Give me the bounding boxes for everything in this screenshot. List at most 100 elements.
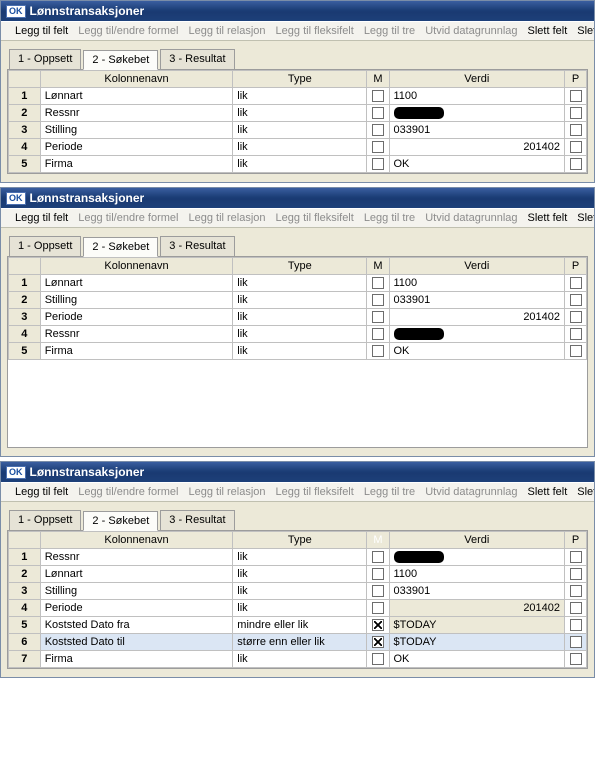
checkbox-m[interactable] xyxy=(372,636,384,648)
cell-p[interactable] xyxy=(565,156,587,173)
cell-kolonnenavn[interactable]: Lønnart xyxy=(40,566,233,583)
cell-m[interactable] xyxy=(367,292,389,309)
title-bar[interactable]: OK Lønnstransaksjoner xyxy=(1,1,594,21)
cell-kolonnenavn[interactable]: Firma xyxy=(40,343,233,360)
link-legg-til-felt[interactable]: Legg til felt xyxy=(15,25,68,37)
cell-verdi[interactable]: $TODAY xyxy=(389,634,565,651)
row-number[interactable]: 1 xyxy=(9,88,41,105)
link-slett-felt[interactable]: Slett felt xyxy=(528,486,568,498)
cell-verdi[interactable] xyxy=(389,105,565,122)
column-header[interactable]: Verdi xyxy=(389,532,565,549)
row-number[interactable]: 7 xyxy=(9,651,41,668)
cell-verdi[interactable]: 201402 xyxy=(389,600,565,617)
cell-p[interactable] xyxy=(565,88,587,105)
row-number[interactable]: 5 xyxy=(9,617,41,634)
table-row[interactable]: 2Lønnartlik1100 xyxy=(9,566,587,583)
cell-kolonnenavn[interactable]: Firma xyxy=(40,651,233,668)
cell-m[interactable] xyxy=(367,309,389,326)
column-header[interactable]: Type xyxy=(233,532,367,549)
cell-p[interactable] xyxy=(565,105,587,122)
cell-type[interactable]: lik xyxy=(233,139,367,156)
cell-verdi[interactable]: OK xyxy=(389,156,565,173)
cell-type[interactable]: lik xyxy=(233,326,367,343)
column-header[interactable]: P xyxy=(565,532,587,549)
cell-kolonnenavn[interactable]: Ressnr xyxy=(40,549,233,566)
cell-p[interactable] xyxy=(565,309,587,326)
cell-type[interactable]: lik xyxy=(233,122,367,139)
column-header[interactable]: P xyxy=(565,71,587,88)
row-number[interactable]: 3 xyxy=(9,309,41,326)
cell-type[interactable]: lik xyxy=(233,105,367,122)
cell-kolonnenavn[interactable]: Ressnr xyxy=(40,326,233,343)
checkbox-m[interactable] xyxy=(372,311,384,323)
cell-p[interactable] xyxy=(565,617,587,634)
link-legg-til-relasjon[interactable]: Legg til relasjon xyxy=(188,25,265,37)
checkbox-m[interactable] xyxy=(372,568,384,580)
table-row[interactable]: 2Stillinglik033901 xyxy=(9,292,587,309)
checkbox-p[interactable] xyxy=(570,311,582,323)
cell-p[interactable] xyxy=(565,139,587,156)
cell-m[interactable] xyxy=(367,105,389,122)
cell-p[interactable] xyxy=(565,326,587,343)
row-number[interactable]: 2 xyxy=(9,105,41,122)
column-header[interactable]: Kolonnenavn xyxy=(40,258,233,275)
checkbox-p[interactable] xyxy=(570,636,582,648)
checkbox-m[interactable] xyxy=(372,345,384,357)
column-header[interactable] xyxy=(9,258,41,275)
tab-resultat[interactable]: 3 - Resultat xyxy=(160,236,234,256)
row-number[interactable]: 6 xyxy=(9,634,41,651)
link-slett-felt[interactable]: Slett felt xyxy=(528,25,568,37)
link-legg-til-relasjon[interactable]: Legg til relasjon xyxy=(188,212,265,224)
checkbox-m[interactable] xyxy=(372,619,384,631)
checkbox-p[interactable] xyxy=(570,124,582,136)
column-header[interactable]: Kolonnenavn xyxy=(40,71,233,88)
link-utvid-datagrunnlag[interactable]: Utvid datagrunnlag xyxy=(425,486,517,498)
cell-p[interactable] xyxy=(565,122,587,139)
table-row[interactable]: 1Ressnrlik xyxy=(9,549,587,566)
table-row[interactable]: 1Lønnartlik1100 xyxy=(9,275,587,292)
checkbox-m[interactable] xyxy=(372,294,384,306)
checkbox-m[interactable] xyxy=(372,158,384,170)
row-number[interactable]: 1 xyxy=(9,275,41,292)
column-header[interactable]: M xyxy=(367,532,389,549)
cell-kolonnenavn[interactable]: Stilling xyxy=(40,292,233,309)
tab-sokebet[interactable]: 2 - Søkebet xyxy=(83,50,158,70)
checkbox-m[interactable] xyxy=(372,551,384,563)
checkbox-m[interactable] xyxy=(372,277,384,289)
cell-kolonnenavn[interactable]: Periode xyxy=(40,600,233,617)
link-legg-til-fleksifelt[interactable]: Legg til fleksifelt xyxy=(276,486,354,498)
checkbox-p[interactable] xyxy=(570,277,582,289)
cell-type[interactable]: lik xyxy=(233,343,367,360)
table-row[interactable]: 7FirmalikOK xyxy=(9,651,587,668)
cell-kolonnenavn[interactable]: Koststed Dato til xyxy=(40,634,233,651)
link-slett-al[interactable]: Slett al xyxy=(577,212,594,224)
column-header[interactable]: Verdi xyxy=(389,71,565,88)
link-slett-al[interactable]: Slett al xyxy=(577,486,594,498)
cell-p[interactable] xyxy=(565,292,587,309)
tab-sokebet[interactable]: 2 - Søkebet xyxy=(83,511,158,531)
tab-sokebet[interactable]: 2 - Søkebet xyxy=(83,237,158,257)
cell-verdi[interactable] xyxy=(389,326,565,343)
cell-type[interactable]: lik xyxy=(233,549,367,566)
checkbox-p[interactable] xyxy=(570,619,582,631)
cell-kolonnenavn[interactable]: Lønnart xyxy=(40,88,233,105)
cell-p[interactable] xyxy=(565,549,587,566)
column-header[interactable] xyxy=(9,71,41,88)
cell-m[interactable] xyxy=(367,617,389,634)
cell-kolonnenavn[interactable]: Firma xyxy=(40,156,233,173)
cell-kolonnenavn[interactable]: Stilling xyxy=(40,583,233,600)
table-row[interactable]: 5FirmalikOK xyxy=(9,156,587,173)
table-row[interactable]: 3Periodelik201402 xyxy=(9,309,587,326)
checkbox-m[interactable] xyxy=(372,328,384,340)
title-bar[interactable]: OK Lønnstransaksjoner xyxy=(1,462,594,482)
tab-oppsett[interactable]: 1 - Oppsett xyxy=(9,49,81,69)
table-row[interactable]: 4Ressnrlik xyxy=(9,326,587,343)
table-row[interactable]: 1Lønnartlik1100 xyxy=(9,88,587,105)
cell-type[interactable]: lik xyxy=(233,566,367,583)
checkbox-p[interactable] xyxy=(570,602,582,614)
title-bar[interactable]: OK Lønnstransaksjoner xyxy=(1,188,594,208)
tab-oppsett[interactable]: 1 - Oppsett xyxy=(9,236,81,256)
table-row[interactable]: 4Periodelik201402 xyxy=(9,600,587,617)
column-header[interactable]: M xyxy=(367,71,389,88)
cell-p[interactable] xyxy=(565,275,587,292)
